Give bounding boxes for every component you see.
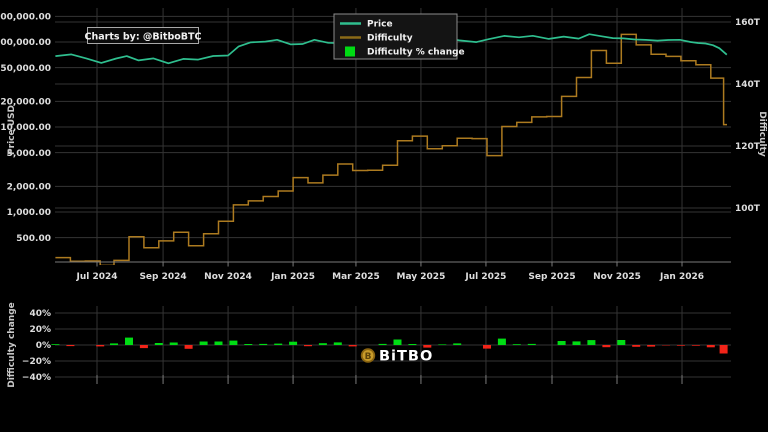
positive-change-bar bbox=[200, 342, 208, 346]
positive-change-bar bbox=[438, 344, 446, 345]
negative-change-bar bbox=[647, 345, 655, 347]
positive-change-bar bbox=[498, 339, 506, 345]
month-tick-label: Nov 2025 bbox=[593, 272, 641, 282]
price-tick-label: 500.00 bbox=[16, 234, 51, 244]
positive-change-bar bbox=[244, 344, 252, 345]
watermark-text: BiTBO bbox=[379, 349, 433, 365]
positive-change-bar bbox=[453, 343, 461, 345]
positive-change-bar bbox=[51, 344, 59, 345]
negative-change-bar bbox=[483, 345, 491, 349]
month-tick-label: May 2025 bbox=[397, 272, 446, 282]
change-tick-label: −20% bbox=[22, 357, 51, 367]
negative-change-bar bbox=[423, 345, 431, 348]
positive-change-bar bbox=[274, 344, 282, 345]
difficulty-tick-label: 120T bbox=[735, 142, 761, 152]
difficulty-tick-label: 160T bbox=[735, 18, 761, 28]
negative-change-bar bbox=[140, 345, 148, 348]
difficulty-tick-label: 100T bbox=[735, 204, 761, 214]
legend-price-label: Price bbox=[367, 20, 393, 30]
positive-change-bar bbox=[513, 344, 521, 345]
difficulty-change-axis-title: Difficulty change bbox=[7, 302, 17, 388]
price-tick-label: 100,000.00 bbox=[0, 38, 51, 48]
negative-change-bar bbox=[677, 345, 685, 346]
positive-change-bar bbox=[379, 344, 387, 345]
negative-change-bar bbox=[602, 345, 610, 347]
positive-change-bar bbox=[289, 342, 297, 345]
month-tick-label: Jan 2026 bbox=[659, 272, 704, 282]
legend-difficulty-label: Difficulty bbox=[367, 34, 413, 44]
positive-change-bar bbox=[528, 344, 536, 345]
positive-change-bar bbox=[319, 343, 327, 345]
change-tick-label: 0% bbox=[36, 341, 51, 351]
positive-change-bar bbox=[587, 340, 595, 345]
chart-legend: Price Difficulty Difficulty % change bbox=[334, 14, 465, 59]
positive-change-bar bbox=[408, 344, 416, 345]
positive-change-bar bbox=[110, 343, 118, 345]
positive-change-bar bbox=[229, 341, 237, 345]
chart-canvas: 200,000.00100,000.0050,000.0020,000.0010… bbox=[0, 0, 768, 432]
bitbo-difficulty-chart-app: 200,000.00100,000.0050,000.0020,000.0010… bbox=[0, 0, 768, 432]
negative-change-bar bbox=[707, 345, 715, 347]
negative-change-bar bbox=[632, 345, 640, 347]
price-axis-title: Price USD bbox=[7, 105, 17, 155]
negative-change-bar bbox=[185, 345, 193, 349]
change-tick-label: 40% bbox=[29, 309, 51, 319]
positive-change-bar bbox=[394, 340, 402, 346]
positive-change-bar bbox=[558, 341, 566, 345]
month-tick-label: Mar 2025 bbox=[332, 272, 380, 282]
legend-change-label: Difficulty % change bbox=[367, 48, 465, 58]
price-tick-label: 1,000.00 bbox=[7, 208, 51, 218]
negative-change-bar bbox=[96, 345, 104, 346]
month-tick-label: Sep 2025 bbox=[528, 272, 575, 282]
month-tick-label: Jul 2025 bbox=[464, 272, 506, 282]
negative-change-bar bbox=[349, 345, 357, 346]
positive-change-bar bbox=[617, 340, 625, 345]
positive-change-bar bbox=[125, 338, 133, 345]
positive-change-bar bbox=[170, 343, 178, 346]
bitcoin-coin-icon-glyph: B bbox=[365, 352, 372, 362]
positive-change-bar bbox=[573, 341, 581, 345]
price-tick-label: 200,000.00 bbox=[0, 13, 51, 23]
chart-background bbox=[0, 0, 768, 432]
positive-change-bar bbox=[215, 342, 223, 346]
legend-change-square-swatch bbox=[345, 47, 355, 57]
price-tick-label: 50,000.00 bbox=[0, 64, 51, 74]
month-tick-label: Nov 2024 bbox=[204, 272, 252, 282]
negative-change-bar bbox=[692, 345, 700, 346]
charts-by-badge: Charts by: @BitboBTC bbox=[85, 28, 202, 44]
month-tick-label: Sep 2024 bbox=[139, 272, 186, 282]
change-tick-label: −40% bbox=[22, 373, 51, 383]
positive-change-bar bbox=[334, 342, 342, 345]
difficulty-tick-label: 140T bbox=[735, 80, 761, 90]
negative-change-bar bbox=[304, 345, 312, 346]
price-tick-label: 2,000.00 bbox=[7, 183, 51, 193]
negative-change-bar bbox=[66, 345, 74, 346]
negative-change-bar bbox=[720, 345, 728, 354]
positive-change-bar bbox=[259, 344, 267, 345]
positive-change-bar bbox=[155, 343, 163, 345]
charts-by-badge-text: Charts by: @BitboBTC bbox=[85, 32, 202, 43]
month-tick-label: Jan 2025 bbox=[270, 272, 315, 282]
difficulty-axis-title: Difficulty bbox=[757, 111, 767, 157]
month-tick-label: Jul 2024 bbox=[75, 272, 117, 282]
change-tick-label: 20% bbox=[29, 325, 51, 335]
